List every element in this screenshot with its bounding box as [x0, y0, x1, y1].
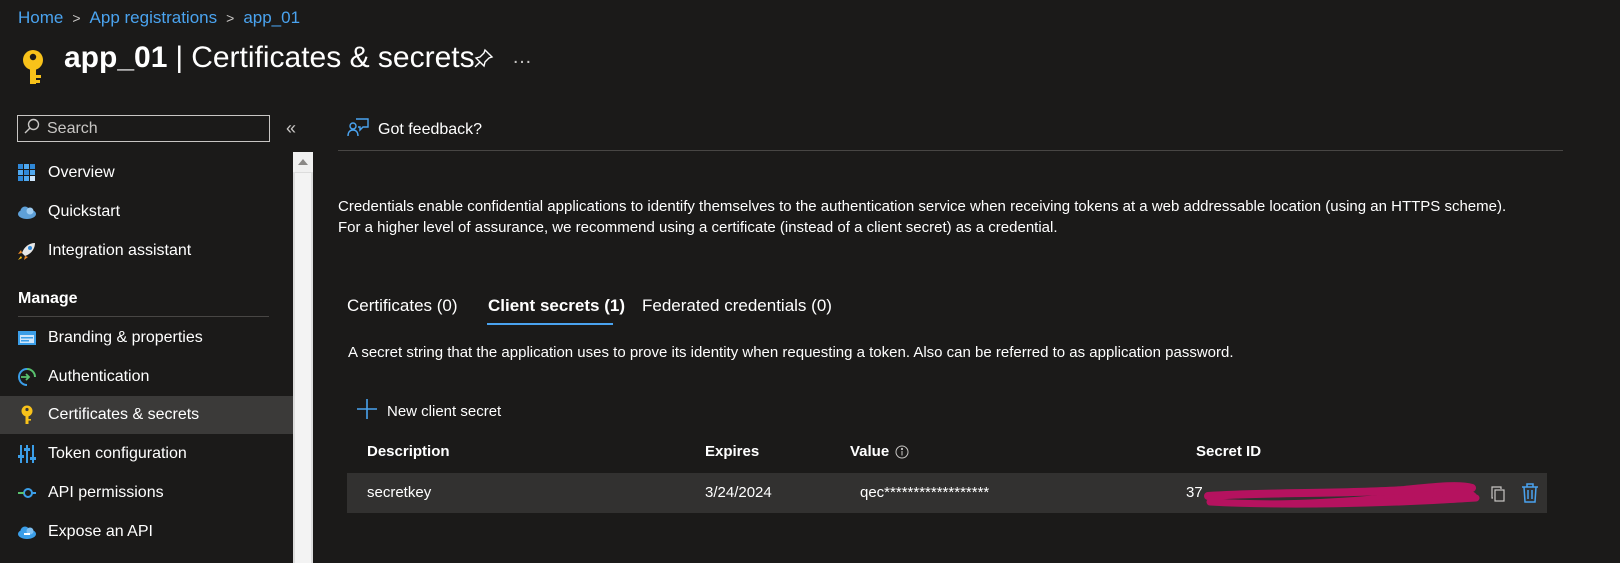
sidebar-divider — [18, 316, 269, 317]
pin-icon[interactable] — [474, 48, 494, 73]
column-header-value-label: Value — [850, 443, 890, 460]
key-icon — [18, 48, 48, 91]
sidebar-item-label: Token configuration — [48, 445, 187, 462]
breadcrumb-separator: > — [72, 10, 81, 26]
redaction-scribble — [1204, 480, 1482, 508]
breadcrumb-app-registrations[interactable]: App registrations — [90, 8, 218, 28]
secret-id-cell: 37 — [1186, 484, 1203, 501]
token-sliders-icon — [17, 444, 37, 464]
column-header-description: Description — [367, 443, 450, 460]
feedback-button[interactable]: Got feedback? — [347, 117, 483, 143]
breadcrumb-home[interactable]: Home — [18, 8, 63, 28]
new-client-secret-label: New client secret — [387, 402, 502, 420]
client-secrets-description: A secret string that the application use… — [348, 344, 1234, 361]
page-title-separator: | — [175, 41, 184, 74]
authentication-icon — [17, 367, 37, 387]
sidebar-section-manage: Manage — [18, 290, 78, 307]
plus-icon — [356, 398, 387, 424]
key-icon — [17, 405, 37, 425]
api-permissions-icon — [17, 483, 37, 503]
scroll-up-arrow-icon[interactable] — [293, 152, 313, 172]
credentials-description: Credentials enable confidential applicat… — [338, 198, 1507, 236]
branding-icon — [17, 328, 37, 348]
search-icon — [24, 118, 40, 139]
sidebar-search[interactable] — [17, 115, 270, 142]
feedback-label: Got feedback? — [378, 121, 483, 138]
sidebar-item-label: Expose an API — [48, 523, 153, 540]
page-title-section: Certificates & secrets — [191, 41, 475, 74]
expose-api-cloud-icon — [17, 522, 37, 542]
sidebar-item-label: Overview — [48, 164, 115, 181]
breadcrumb: Home > App registrations > app_01 — [18, 6, 300, 30]
sidebar-item-certificates-secrets[interactable]: Certificates & secrets — [0, 396, 293, 434]
search-input[interactable] — [45, 118, 259, 139]
sidebar-item-authentication[interactable]: Authentication — [0, 358, 293, 396]
breadcrumb-separator: > — [226, 10, 235, 26]
sidebar-item-expose-an-api[interactable]: Expose an API — [0, 513, 293, 551]
content-divider — [338, 150, 1563, 151]
sidebar-item-label: Certificates & secrets — [48, 406, 200, 423]
sidebar-item-token-configuration[interactable]: Token configuration — [0, 435, 293, 473]
sidebar-item-label: Branding & properties — [48, 329, 203, 346]
secret-description-cell: secretkey — [367, 484, 432, 501]
breadcrumb-app[interactable]: app_01 — [243, 8, 300, 28]
sidebar-scrollbar-thumb[interactable] — [295, 173, 311, 563]
column-header-secret-id: Secret ID — [1196, 443, 1262, 460]
sidebar-item-quickstart[interactable]: Quickstart — [0, 193, 293, 231]
info-icon[interactable] — [895, 445, 909, 459]
delete-trash-icon[interactable] — [1521, 483, 1539, 508]
rocket-icon — [17, 241, 37, 261]
tab-federated-credentials[interactable]: Federated credentials (0) — [642, 296, 832, 320]
more-options-icon[interactable]: … — [512, 46, 533, 69]
sidebar-item-label: API permissions — [48, 484, 164, 501]
column-header-value: Value — [850, 443, 909, 460]
sidebar-item-branding-properties[interactable]: Branding & properties — [0, 319, 293, 357]
page-title-app: app_01 — [64, 41, 168, 74]
overview-grid-icon — [17, 163, 37, 183]
sidebar-item-api-permissions[interactable]: API permissions — [0, 474, 293, 512]
tab-client-secrets[interactable]: Client secrets (1) — [488, 296, 625, 320]
quickstart-cloud-icon — [17, 202, 37, 222]
feedback-icon — [347, 117, 369, 143]
page-title: app_01 | Certificates & secrets — [64, 40, 475, 76]
sidebar-item-integration-assistant[interactable]: Integration assistant — [0, 232, 293, 270]
secret-value-cell: qec****************** — [860, 484, 990, 501]
secret-expires-cell: 3/24/2024 — [705, 484, 772, 501]
sidebar-item-overview[interactable]: Overview — [0, 154, 293, 192]
column-header-expires: Expires — [705, 443, 760, 460]
sidebar-item-label: Integration assistant — [48, 242, 192, 259]
sidebar-item-label: Quickstart — [48, 203, 121, 220]
new-client-secret-button[interactable]: New client secret — [356, 398, 502, 424]
active-tab-indicator — [487, 323, 613, 325]
copy-icon[interactable] — [1491, 486, 1505, 507]
tab-certificates[interactable]: Certificates (0) — [347, 296, 458, 320]
collapse-sidebar-icon[interactable]: « — [286, 118, 296, 139]
sidebar-item-label: Authentication — [48, 368, 150, 385]
